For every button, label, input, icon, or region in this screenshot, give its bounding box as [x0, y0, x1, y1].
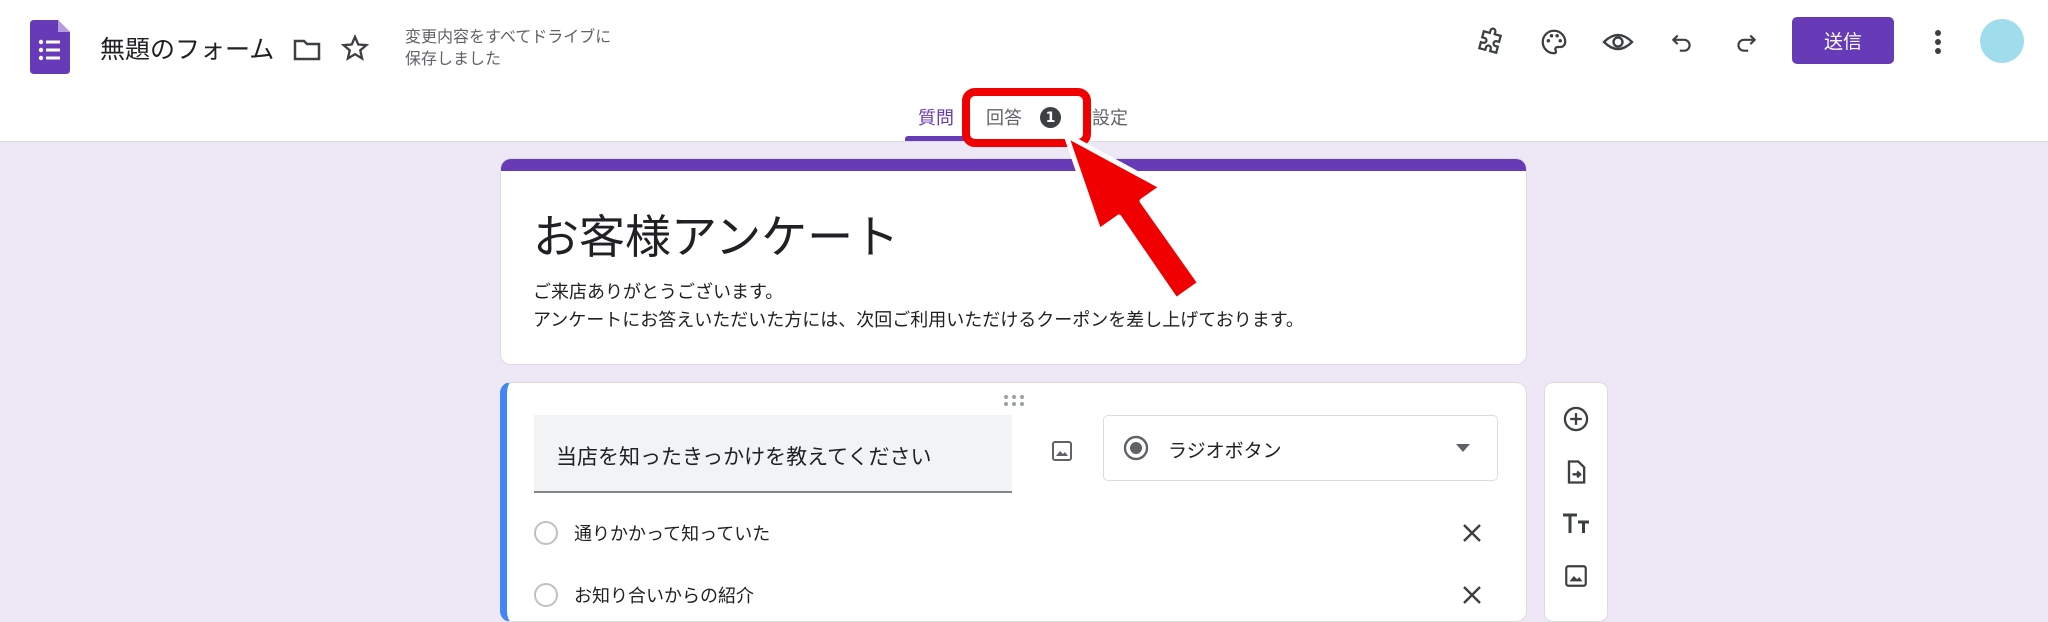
question-title: 当店を知ったきっかけを教えてください: [556, 445, 932, 469]
save-status: 変更内容をすべてドライブに 保存しました: [405, 26, 611, 70]
tab-questions[interactable]: 質問: [918, 104, 954, 130]
star-icon[interactable]: [338, 31, 372, 65]
folder-icon[interactable]: [290, 32, 324, 66]
question-card[interactable]: 当店を知ったきっかけを教えてください ラジオボタン 通りかかって知っていた お知…: [500, 382, 1527, 622]
forms-icon[interactable]: [30, 20, 70, 74]
add-question-icon[interactable]: [1555, 398, 1597, 440]
form-title-card[interactable]: お客様アンケート ご来店ありがとうございます。 アンケートにお答えいただいた方に…: [500, 158, 1527, 365]
scrollbar[interactable]: [2030, 142, 2048, 610]
more-vert-icon[interactable]: [1918, 22, 1958, 62]
addon-icon[interactable]: [1470, 22, 1510, 62]
active-tab-indicator: [905, 136, 967, 141]
redo-icon[interactable]: [1726, 22, 1766, 62]
add-image-icon[interactable]: [1042, 431, 1082, 471]
close-icon[interactable]: [1452, 575, 1492, 615]
question-title-field[interactable]: 当店を知ったきっかけを教えてください: [534, 415, 1012, 493]
radio-button-icon: [1123, 435, 1149, 461]
option-row[interactable]: 通りかかって知っていた: [534, 513, 1481, 553]
chevron-down-icon: [1456, 444, 1470, 452]
avatar[interactable]: [1980, 19, 2024, 63]
annotation-arrow-icon: [1063, 132, 1203, 303]
import-questions-icon[interactable]: [1555, 451, 1597, 493]
drag-handle-icon[interactable]: [1003, 394, 1025, 406]
radio-circle-icon: [534, 521, 558, 545]
radio-circle-icon: [534, 583, 558, 607]
close-icon[interactable]: [1452, 513, 1492, 553]
add-image-icon[interactable]: [1555, 555, 1597, 597]
title-accent-band: [501, 159, 1526, 171]
option-label[interactable]: お知り合いからの紹介: [574, 582, 754, 608]
save-status-line2: 保存しました: [405, 49, 502, 68]
floating-toolbar: [1544, 382, 1608, 622]
option-label[interactable]: 通りかかって知っていた: [574, 520, 770, 546]
undo-icon[interactable]: [1662, 22, 1702, 62]
send-button[interactable]: 送信: [1792, 17, 1894, 64]
question-type-label: ラジオボタン: [1168, 440, 1282, 462]
question-type-select[interactable]: ラジオボタン: [1103, 415, 1498, 481]
add-title-icon[interactable]: [1555, 503, 1597, 545]
document-title[interactable]: 無題のフォーム: [100, 30, 274, 66]
option-row[interactable]: お知り合いからの紹介: [534, 575, 1481, 615]
form-title[interactable]: お客様アンケート: [533, 201, 899, 267]
palette-icon[interactable]: [1534, 22, 1574, 62]
preview-eye-icon[interactable]: [1598, 22, 1638, 62]
save-status-line1: 変更内容をすべてドライブに: [405, 27, 612, 46]
